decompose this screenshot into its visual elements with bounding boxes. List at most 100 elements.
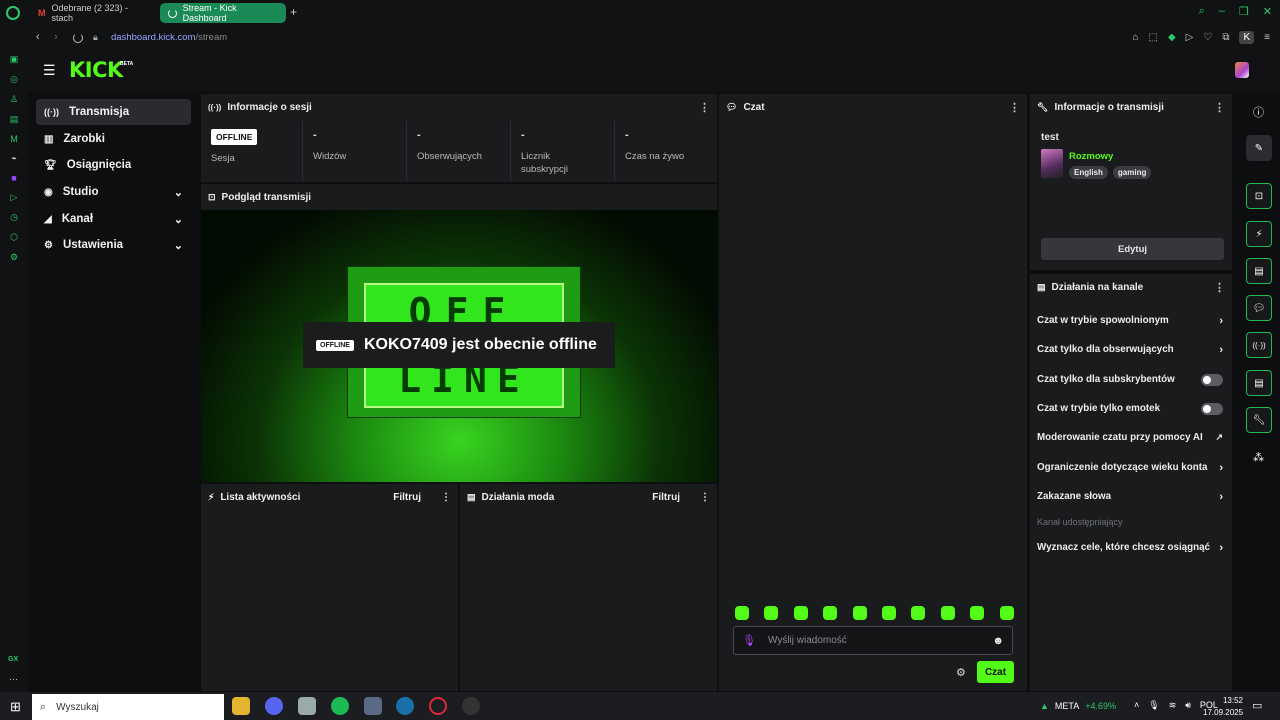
sidebar-app-icon[interactable]: ▣ bbox=[10, 54, 19, 65]
more-options-icon[interactable]: ⋮ bbox=[1009, 101, 1020, 114]
nav-item-studio[interactable]: ◉ Studio ⌄ bbox=[36, 179, 191, 205]
forward-icon[interactable]: › bbox=[54, 31, 58, 43]
tag-badge[interactable]: English bbox=[1069, 166, 1108, 179]
lock-icon[interactable]: 🔒︎ bbox=[93, 32, 98, 43]
tray-chevron-icon[interactable]: ˄ bbox=[1134, 700, 1139, 711]
heart-icon[interactable]: ♡ bbox=[1203, 32, 1212, 43]
edit-pencil-button[interactable]: ✎ bbox=[1246, 135, 1272, 161]
action-banned-words[interactable]: Zakazane słowa › bbox=[1030, 482, 1230, 511]
opera-gx-logo-icon[interactable] bbox=[6, 6, 20, 20]
nav-item-transmisja[interactable]: ((·)) Transmisja bbox=[36, 99, 191, 125]
emote-icon[interactable] bbox=[999, 606, 1014, 620]
play-icon[interactable]: ▷ bbox=[1186, 32, 1194, 43]
emote-icon[interactable] bbox=[911, 606, 926, 620]
app-icon[interactable] bbox=[298, 697, 316, 715]
emote-icon[interactable] bbox=[793, 606, 808, 620]
nav-item-ustawienia[interactable]: ⚙ Ustawienia ⌄ bbox=[36, 232, 191, 258]
sidebar-app-icon[interactable]: ⌁ bbox=[11, 153, 16, 164]
subscribers-only-toggle[interactable] bbox=[1201, 373, 1223, 386]
new-tab-button[interactable]: + bbox=[290, 5, 297, 19]
sidebar-app-icon[interactable]: M bbox=[10, 134, 18, 144]
more-options-icon[interactable]: ⋮ bbox=[700, 492, 710, 503]
calculator-icon[interactable] bbox=[364, 697, 382, 715]
windows-start-icon[interactable]: ⊞ bbox=[10, 699, 21, 715]
info-icon[interactable]: ⓘ bbox=[1253, 104, 1264, 120]
profile-avatar[interactable]: K bbox=[1239, 31, 1255, 44]
stock-ticker[interactable]: ▲ META +4.69% bbox=[1040, 701, 1116, 711]
action-subscribers-only[interactable]: Czat tylko dla subskrybentów bbox=[1030, 365, 1230, 394]
more-options-icon[interactable]: ⋮ bbox=[1214, 281, 1225, 294]
close-icon[interactable]: ✕ bbox=[1263, 5, 1272, 18]
twitch-icon[interactable]: ■ bbox=[11, 173, 16, 183]
sidebar-app-icon[interactable]: ♙ bbox=[10, 94, 18, 105]
pin-icon[interactable]: ⌂ bbox=[1132, 32, 1138, 43]
settings-icon[interactable]: ⚙ bbox=[10, 252, 18, 263]
emote-icon[interactable] bbox=[882, 606, 896, 620]
chat-input[interactable]: 🎙︎ Wyślij wiadomość ☻ bbox=[733, 626, 1013, 655]
emote-icon[interactable] bbox=[852, 606, 867, 620]
edit-button[interactable]: Edytuj bbox=[1041, 238, 1224, 260]
emote-icon[interactable] bbox=[735, 606, 749, 620]
steam-icon[interactable] bbox=[396, 697, 414, 715]
user-avatar[interactable] bbox=[1235, 62, 1249, 78]
microphone-icon[interactable]: 🎙︎ bbox=[742, 634, 756, 647]
more-options-icon[interactable]: ⋮ bbox=[699, 101, 710, 114]
action-slow-mode[interactable]: Czat w trybie spowolnionym › bbox=[1030, 306, 1230, 335]
volume-icon[interactable]: 🔊︎ bbox=[1185, 700, 1191, 711]
more-options-icon[interactable]: ⋮ bbox=[1214, 101, 1225, 114]
hamburger-menu-icon[interactable]: ☰ bbox=[43, 62, 56, 79]
action-emote-only[interactable]: Czat w trybie tylko emotek bbox=[1030, 394, 1230, 423]
category-link[interactable]: Rozmowy bbox=[1069, 151, 1113, 162]
spotify-icon[interactable] bbox=[331, 697, 349, 715]
rail-session-button[interactable]: ((·)) bbox=[1246, 332, 1272, 358]
emoji-icon[interactable]: ☻ bbox=[992, 635, 1004, 647]
more-options-icon[interactable]: ⋮ bbox=[441, 492, 451, 503]
rail-preview-button[interactable]: ⊡ bbox=[1246, 183, 1272, 209]
discord-icon[interactable] bbox=[265, 697, 283, 715]
more-icon[interactable]: ⋯ bbox=[9, 674, 18, 685]
network-icon[interactable]: ≋ bbox=[1169, 700, 1177, 711]
notifications-icon[interactable]: ▭ bbox=[1252, 699, 1262, 712]
emote-icon[interactable] bbox=[823, 606, 838, 620]
nav-item-zarobki[interactable]: ▥ Zarobki bbox=[36, 126, 191, 152]
file-explorer-icon[interactable] bbox=[232, 697, 250, 715]
shield-icon[interactable]: ◆ bbox=[1168, 32, 1176, 43]
microphone-tray-icon[interactable]: 🎙︎ bbox=[1148, 700, 1159, 711]
rail-modlog-button[interactable]: ▤ bbox=[1246, 258, 1272, 284]
rail-actions-button[interactable]: ▤ bbox=[1246, 370, 1272, 396]
search-icon[interactable]: ⌕ bbox=[1199, 5, 1205, 18]
gx-icon[interactable]: GX bbox=[8, 656, 18, 663]
clock[interactable]: 13:52 17.09.2025 bbox=[1203, 695, 1243, 718]
action-goals[interactable]: Wyznacz cele, które chcesz osiągnąć › bbox=[1030, 533, 1230, 562]
emote-only-toggle[interactable] bbox=[1201, 402, 1223, 415]
rail-chat-button[interactable]: 💬︎ bbox=[1246, 295, 1272, 321]
action-ai-moderation[interactable]: Moderowanie czatu przy pomocy AI ↗ bbox=[1030, 423, 1230, 452]
chat-send-button[interactable]: Czat bbox=[977, 661, 1014, 683]
back-icon[interactable]: ‹ bbox=[36, 31, 40, 43]
rail-streaminfo-button[interactable]: 🔧︎ bbox=[1246, 407, 1272, 433]
emote-icon[interactable] bbox=[970, 606, 985, 620]
tab-gmail[interactable]: M Odebrane (2 323) - stach bbox=[30, 3, 154, 23]
kick-logo[interactable]: KICK bbox=[69, 58, 123, 82]
nav-item-osiagniecia[interactable]: 🏆︎ Osiągnięcia bbox=[36, 152, 191, 178]
sidebar-app-icon[interactable]: ⬡ bbox=[10, 232, 18, 243]
history-icon[interactable]: ◷ bbox=[10, 212, 18, 223]
url-field[interactable]: dashboard.kick.com/stream bbox=[111, 32, 227, 43]
filter-button[interactable]: Filtruj bbox=[393, 492, 421, 503]
add-widget-icon[interactable]: ⁂ bbox=[1253, 451, 1264, 464]
opera-gx-taskbar-icon[interactable] bbox=[429, 697, 447, 715]
action-followers-only[interactable]: Czat tylko dla obserwujących › bbox=[1030, 335, 1230, 364]
tab-kick-dashboard[interactable]: Stream - Kick Dashboard bbox=[160, 3, 286, 23]
chat-settings-icon[interactable]: ⚙ bbox=[956, 666, 966, 679]
rail-activity-button[interactable]: ⚡︎ bbox=[1246, 221, 1272, 247]
extensions-icon[interactable]: ⧉ bbox=[1222, 32, 1229, 43]
emote-icon[interactable] bbox=[764, 606, 779, 620]
browser-menu-icon[interactable]: ≡ bbox=[1264, 32, 1270, 43]
category-thumbnail[interactable] bbox=[1041, 149, 1063, 178]
maximize-icon[interactable]: ❐ bbox=[1239, 5, 1249, 18]
nav-item-kanal[interactable]: ◢ Kanał ⌄ bbox=[36, 206, 191, 232]
tag-badge[interactable]: gaming bbox=[1112, 166, 1152, 179]
sidebar-app-icon[interactable]: ▤ bbox=[10, 114, 19, 125]
emote-icon[interactable] bbox=[940, 606, 955, 620]
sidebar-app-icon[interactable]: ▷ bbox=[11, 192, 18, 203]
